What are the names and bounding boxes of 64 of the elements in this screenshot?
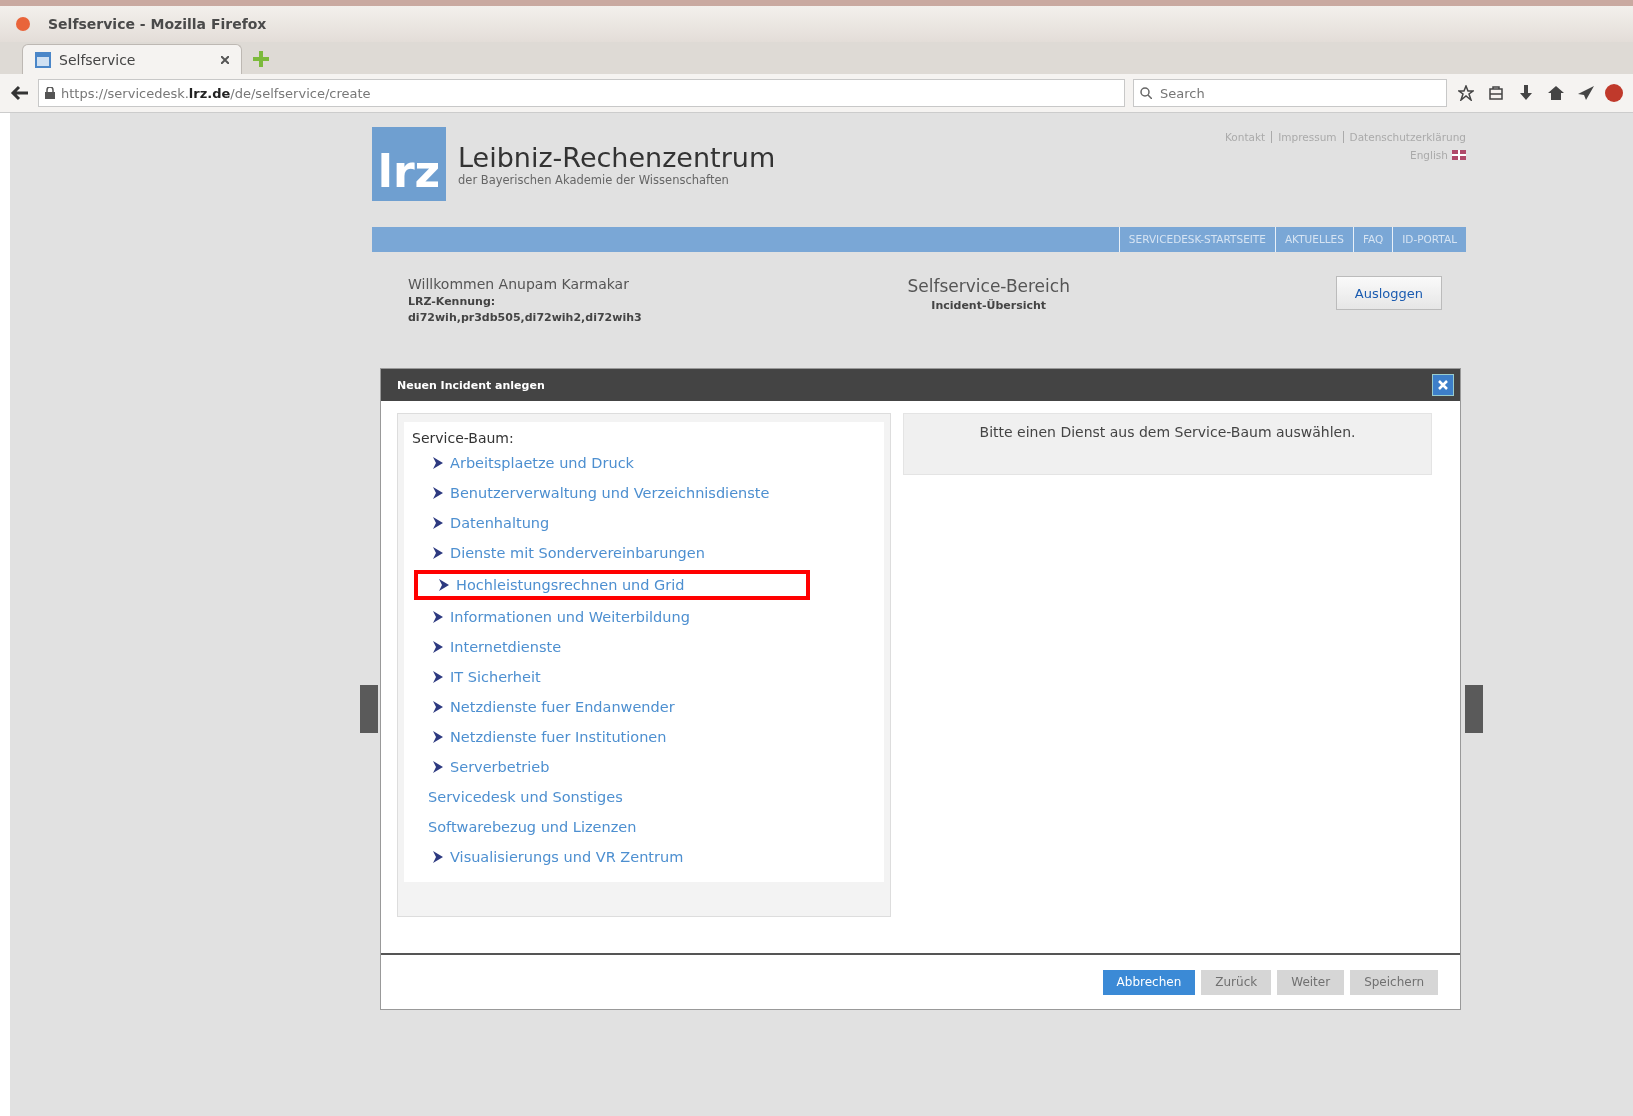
flag-icon (1452, 150, 1466, 160)
nav-link[interactable]: SERVICEDESK-STARTSEITE (1118, 227, 1275, 252)
tree-link[interactable]: Netzdienste fuer Endanwender (450, 699, 675, 715)
lock-icon (45, 87, 55, 99)
logout-button[interactable]: Ausloggen (1335, 276, 1442, 310)
close-icon (1438, 380, 1448, 390)
tab-label: Selfservice (59, 51, 137, 68)
search-box[interactable]: Search (1133, 79, 1447, 107)
side-handle[interactable] (1465, 685, 1483, 733)
back-arrow-icon[interactable] (10, 84, 30, 102)
tree-link[interactable]: Internetdienste (450, 639, 562, 655)
id-list: di72wih,pr3db505,di72wih2,di72wih3 (408, 311, 642, 324)
expand-arrow-icon[interactable] (438, 578, 450, 592)
id-label: LRZ-Kennung: (408, 295, 496, 308)
clipboard-icon[interactable] (1489, 86, 1503, 100)
tree-link[interactable]: IT Sicherheit (450, 669, 541, 685)
site-title: Leibniz-Rechenzentrum (458, 141, 776, 173)
expand-arrow-icon[interactable] (432, 610, 444, 624)
tree-link[interactable]: Softwarebezug und Lizenzen (428, 819, 637, 835)
search-icon (1140, 87, 1152, 99)
address-field[interactable]: https://servicedesk.lrz.de/de/selfservice/create (38, 79, 1125, 107)
window-title: Selfservice - Mozilla Firefox (48, 16, 267, 32)
dialog-button[interactable]: Abbrechen (1102, 969, 1196, 995)
close-window-button[interactable] (16, 17, 30, 31)
expand-arrow-icon[interactable] (432, 700, 444, 714)
dialog-title: Neuen Incident anlegen (397, 378, 545, 392)
download-icon[interactable] (1520, 85, 1532, 101)
tree-link[interactable]: Informationen und Weiterbildung (450, 609, 690, 625)
section-title: Selfservice-Bereich (907, 276, 1070, 296)
close-button[interactable] (1432, 374, 1454, 396)
tree-link[interactable]: Arbeitsplaetze und Druck (450, 455, 635, 471)
tree-link[interactable]: Visualisierungs und VR Zentrum (450, 849, 684, 865)
nav-link[interactable]: ID-PORTAL (1392, 227, 1466, 252)
hint-text: Bitte einen Dienst aus dem Service-Baum auswählen. (979, 424, 1356, 442)
nav-link[interactable]: FAQ (1352, 227, 1393, 252)
tree-label: Service-Baum: (412, 430, 515, 446)
addon-icon[interactable] (1605, 84, 1623, 102)
site-subtitle: der Bayerischen Akademie der Wissenschaften (458, 172, 730, 187)
tree-link[interactable]: Netzdienste fuer Institutionen (450, 729, 667, 745)
expand-arrow-icon[interactable] (432, 670, 444, 684)
expand-arrow-icon[interactable] (432, 486, 444, 500)
expand-arrow-icon[interactable] (432, 730, 444, 744)
send-icon[interactable] (1578, 86, 1594, 100)
close-icon[interactable] (221, 55, 229, 64)
welcome-text: Willkommen Anupam Karmakar (408, 276, 629, 292)
expand-arrow-icon[interactable] (432, 456, 444, 470)
expand-arrow-icon[interactable] (432, 640, 444, 654)
side-handle[interactable] (360, 685, 378, 733)
tree-link[interactable]: Dienste mit Sondervereinbarungen (450, 545, 705, 561)
logo: lrz (372, 127, 446, 201)
home-icon[interactable] (1548, 86, 1564, 100)
tree-link[interactable]: Benutzerverwaltung und Verzeichnisdienste (450, 485, 770, 501)
expand-arrow-icon[interactable] (432, 546, 444, 560)
expand-arrow-icon[interactable] (432, 850, 444, 864)
tree-link[interactable]: Servicedesk und Sonstiges (428, 789, 623, 805)
tree-link[interactable]: Datenhaltung (450, 515, 550, 531)
section-subtitle: Incident-Übersicht (931, 299, 1047, 312)
nav-link[interactable]: AKTUELLES (1274, 227, 1353, 252)
browser-tab[interactable]: Selfservice (22, 44, 242, 74)
expand-arrow-icon[interactable] (432, 760, 444, 774)
star-icon[interactable] (1458, 85, 1474, 101)
tree-link[interactable]: Serverbetrieb (450, 759, 550, 775)
page-icon (35, 51, 51, 68)
expand-arrow-icon[interactable] (432, 516, 444, 530)
